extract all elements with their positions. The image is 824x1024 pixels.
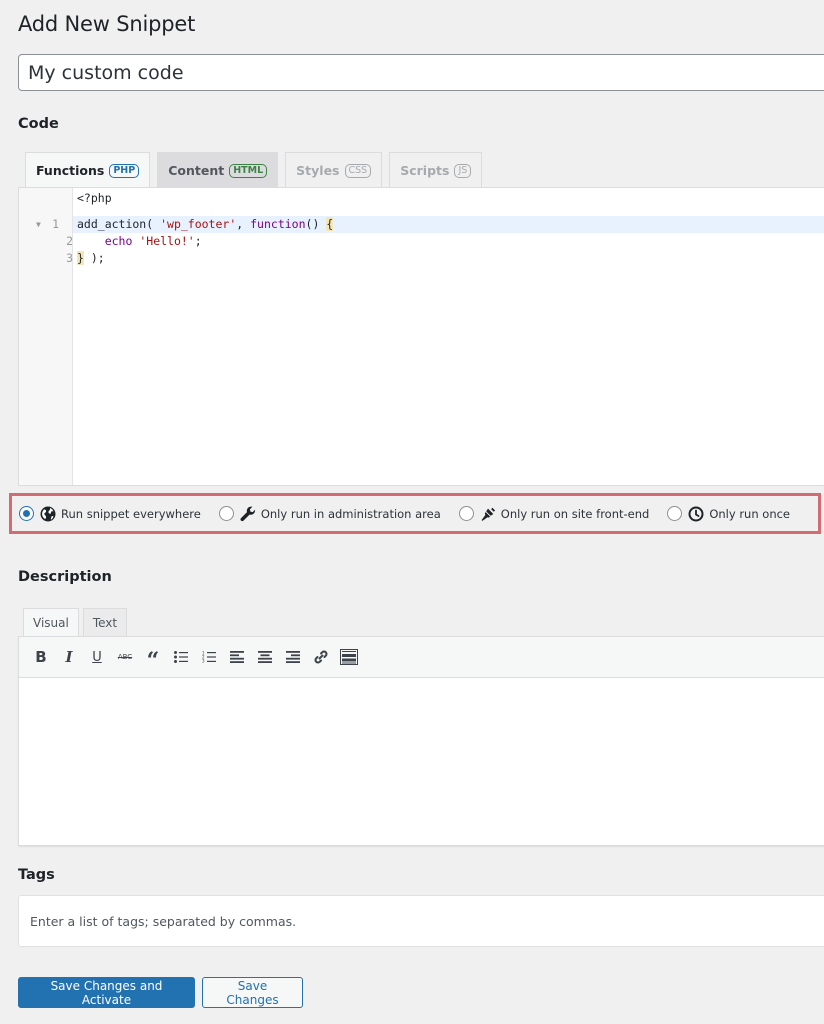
align-center-button[interactable] [251,643,279,671]
code-prefix-line: <?php [19,190,824,207]
code-type-tabs: Functions PHP Content HTML Styles CSS Sc… [25,152,483,188]
tab-scripts[interactable]: Scripts JS [389,152,483,188]
align-left-icon [230,651,244,663]
line-number: 2 [66,234,73,248]
bullet-list-button[interactable] [167,643,195,671]
code-editor[interactable]: <?php ▼ 1 add_action( 'wp_footer', funct… [18,187,824,486]
scope-label: Only run on site front-end [500,506,650,521]
editor-status-bar [19,827,824,845]
tags-input[interactable] [18,895,824,947]
strikethrough-icon: ABC [117,653,133,661]
tab-visual[interactable]: Visual [23,608,79,636]
tab-label: Functions [36,163,105,178]
align-center-icon [258,651,272,663]
scope-radio-front-end[interactable] [458,506,474,521]
code-line[interactable]: ▼ 1 add_action( 'wp_footer', function() … [36,216,824,233]
scope-label: Only run once [709,506,791,521]
php-open-tag: <?php [77,191,112,205]
keyboard-icon [340,649,358,665]
underline-button[interactable]: U [83,643,111,671]
align-right-button[interactable] [279,643,307,671]
bullet-list-icon [174,651,188,663]
code-line[interactable]: 3 } ); [19,250,824,267]
tab-content[interactable]: Content HTML [157,152,279,188]
code-line[interactable]: 2 echo 'Hello!'; [19,233,824,250]
description-heading: Description [18,569,112,585]
code-heading: Code [18,116,59,132]
html-badge: HTML [229,163,268,178]
italic-button[interactable]: I [55,643,83,671]
code-text: echo 'Hello!'; [104,234,202,248]
tab-label: Styles [296,163,340,178]
tab-styles[interactable]: Styles CSS [285,152,383,188]
strikethrough-button[interactable]: ABC [111,643,139,671]
description-content-area[interactable] [19,679,824,828]
toolbar-toggle-button[interactable] [335,643,363,671]
underline-icon: U [92,649,102,665]
numbered-list-icon: 123 [202,651,216,663]
scope-label: Only run in administration area [260,506,441,521]
tab-label: Scripts [400,163,450,178]
quote-icon: “ [146,648,160,674]
link-button[interactable] [307,643,335,671]
clock-icon [688,506,704,522]
css-badge: CSS [344,163,372,178]
js-badge: JS [454,163,472,178]
italic-icon: I [65,648,73,666]
numbered-list-button[interactable]: 123 [195,643,223,671]
bold-button[interactable]: B [27,643,55,671]
scope-option-admin[interactable]: Only run in administration area [218,506,441,522]
scope-radio-global[interactable] [19,506,34,521]
align-right-icon [286,651,300,663]
scope-radio-single-use[interactable] [667,506,683,521]
editor-mode-tabs: Visual Text [23,608,128,636]
tab-functions[interactable]: Functions PHP [25,152,151,188]
tags-heading: Tags [18,867,55,883]
save-and-activate-button[interactable]: Save Changes and Activate [18,977,195,1008]
scope-option-single-use[interactable]: Only run once [667,506,790,522]
code-text: add_action( 'wp_footer', function() { [77,217,334,231]
line-number: 3 [66,251,73,265]
tab-text[interactable]: Text [82,608,128,636]
tab-label: Content [168,163,225,178]
scope-option-global[interactable]: Run snippet everywhere [19,506,201,522]
link-icon [314,650,328,664]
code-text: } ); [77,251,105,265]
bold-icon: B [35,648,47,666]
save-button[interactable]: Save Changes [202,977,303,1008]
globe-icon [40,506,56,522]
php-badge: PHP [109,163,140,178]
blockquote-button[interactable]: “ [139,643,167,674]
paintbrush-icon [480,506,496,522]
svg-text:3: 3 [202,659,205,664]
page-title: Add New Snippet [18,12,196,36]
scope-option-front-end[interactable]: Only run on site front-end [458,506,650,522]
snippet-title-input[interactable] [18,54,824,91]
scope-radio-admin[interactable] [218,506,234,521]
wrench-icon [240,506,256,522]
scope-selector: Run snippet everywhere Only run in admin… [9,493,821,534]
scope-label: Run snippet everywhere [61,506,201,521]
line-number: 1 [52,217,59,231]
formatting-toolbar: B I U ABC “ 123 [19,637,824,678]
align-left-button[interactable] [223,643,251,671]
description-editor: B I U ABC “ 123 [18,636,824,846]
